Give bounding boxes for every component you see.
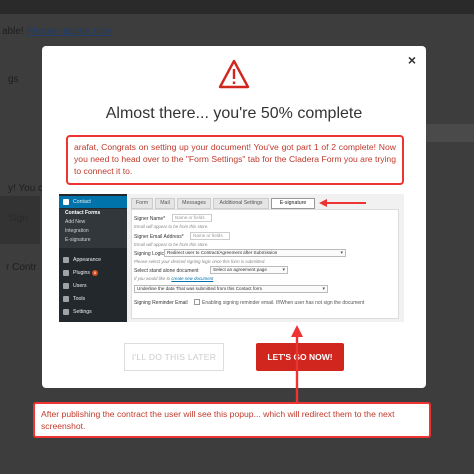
admin-sidebar: Contact Contact Forms Add New Integratio…	[59, 194, 127, 322]
sidebar-item-appearance: Appearance	[59, 254, 127, 266]
select-document-select: Select an agreement page	[210, 266, 288, 274]
brush-icon	[63, 257, 69, 263]
create-document-help-text: If you would like to	[134, 276, 171, 281]
signer-email-input: Name or fields	[190, 232, 230, 240]
background-update-link[interactable]: Please update now	[26, 26, 111, 37]
sidebar-item-label: Users	[73, 283, 87, 289]
signing-logic-label: Signing Logic	[134, 251, 165, 257]
reminder-description: Enabling signing reminder email. If/When…	[202, 300, 365, 306]
sidebar-item-label: Plugins	[73, 270, 91, 276]
sidebar-item-label: Settings	[73, 309, 92, 315]
signer-email-help: Email will appear to be from this store.	[134, 242, 209, 247]
underline-data-select: Underline the data That was submitted fr…	[134, 285, 328, 293]
sidebar-item-tools: Tools	[59, 293, 127, 305]
sidebar-item-label: Tools	[73, 296, 86, 302]
arrow-up-icon	[291, 325, 303, 403]
close-button[interactable]: ×	[408, 52, 416, 68]
modal-title: Almost there... you're 50% complete	[105, 105, 363, 122]
plugins-update-badge: 6	[92, 269, 99, 276]
contact-icon	[63, 199, 69, 205]
signer-name-label: Signer Name*	[134, 216, 166, 222]
background-notice-text: able!	[2, 26, 27, 37]
background-fragment: r Contr	[6, 262, 37, 273]
signing-logic-select: Redirect user to Contract/Agreement afte…	[164, 249, 346, 257]
background-update-notice: able! Please update now	[2, 26, 112, 37]
tab-form: Form	[131, 198, 153, 209]
settings-icon	[63, 309, 69, 315]
warning-icon	[218, 59, 250, 89]
background-fragment: y! You c	[8, 183, 44, 194]
background-block	[426, 124, 474, 142]
plugin-icon	[63, 270, 69, 276]
sidebar-item-settings: Settings	[59, 306, 127, 318]
tab-additional-settings: Additional Settings	[213, 198, 269, 209]
sidebar-item-label: Appearance	[73, 257, 101, 263]
settings-screenshot: Contact Contact Forms Add New Integratio…	[59, 194, 404, 322]
sidebar-item-label: Contact	[73, 199, 91, 205]
tab-messages: Messages	[177, 198, 211, 209]
tab-esignature: E-signature	[271, 198, 315, 209]
select-document-label: Select stand alone document	[134, 268, 199, 274]
reminder-email-label: Signing Reminder Email	[134, 300, 188, 306]
tab-mail: Mail	[155, 198, 175, 209]
reminder-checkbox	[194, 299, 200, 305]
signer-name-input: Name or fields	[172, 214, 212, 222]
background-fragment: gs	[8, 74, 19, 85]
sidebar-item-users: Users	[59, 280, 127, 292]
annotation-note: After publishing the contract the user w…	[33, 402, 431, 438]
do-later-button[interactable]: I'LL DO THIS LATER	[124, 343, 224, 371]
sidebar-sub-contact-forms: Contact Forms	[59, 209, 127, 218]
wrench-icon	[63, 296, 69, 302]
background-topbar	[0, 0, 474, 14]
signing-logic-help: Please select your desired signing logic…	[134, 259, 266, 264]
sidebar-sub-add-new: Add New	[59, 218, 127, 227]
create-document-help: If you would like to create new document	[134, 276, 213, 281]
users-icon	[63, 283, 69, 289]
esignature-settings-panel: Signer Name* Name or fields Email will a…	[131, 209, 399, 319]
arrow-left-icon	[319, 199, 366, 207]
popup-modal: × Almost there... you're 50% complete ar…	[42, 46, 426, 388]
signer-name-help: Email will appear to be from this store.	[134, 224, 209, 229]
sidebar-item-contact: Contact	[59, 196, 127, 208]
sidebar-sub-integration: Integration	[59, 227, 127, 236]
create-document-link: create new document	[171, 276, 214, 281]
background-fragment: Sign	[8, 213, 29, 224]
congrats-message: arafat, Congrats on setting up your docu…	[66, 135, 404, 185]
signer-email-label: Signer Email Address*	[134, 234, 184, 240]
sidebar-item-plugins: Plugins 6	[59, 267, 127, 279]
sidebar-sub-esignature: E-signature	[59, 236, 127, 248]
